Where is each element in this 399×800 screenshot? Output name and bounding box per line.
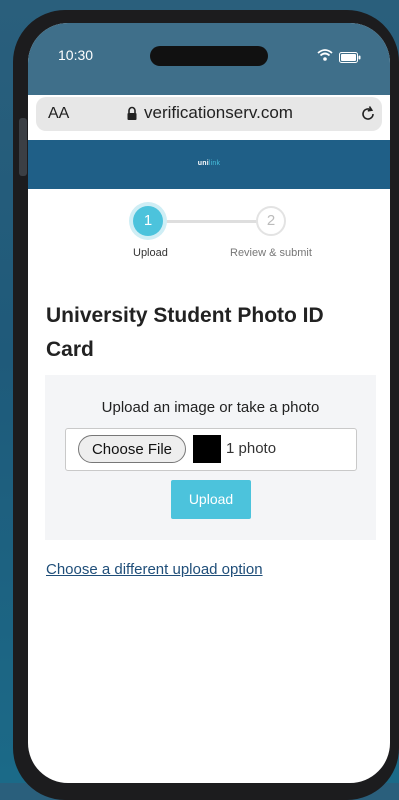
- upload-button[interactable]: Upload: [171, 480, 251, 519]
- wifi-icon: [317, 48, 333, 66]
- step-connector: [163, 220, 258, 223]
- different-upload-option-link[interactable]: Choose a different upload option: [46, 561, 263, 578]
- battery-icon: [339, 50, 361, 68]
- phone-screen: 10:30 AA verificationserv.com unilink 1 …: [28, 23, 390, 783]
- choose-file-button[interactable]: Choose File: [78, 435, 186, 463]
- step-1-indicator: 1: [133, 206, 163, 236]
- page-title: University Student Photo ID Card: [46, 304, 324, 361]
- dynamic-island: [150, 46, 268, 66]
- status-time: 10:30: [58, 47, 94, 63]
- reload-icon[interactable]: [359, 105, 377, 128]
- url-text[interactable]: verificationserv.com: [144, 103, 293, 123]
- brand-logo: unilink: [197, 160, 221, 167]
- progress-stepper: 1 2 Upload Review & submit: [28, 203, 390, 263]
- status-bar: 10:30: [28, 23, 390, 95]
- browser-address-bar[interactable]: AA verificationserv.com: [36, 97, 382, 131]
- upload-panel: Upload an image or take a photo Choose F…: [45, 375, 376, 540]
- brand-header: unilink: [28, 140, 390, 189]
- text-size-button[interactable]: AA: [48, 105, 69, 123]
- lock-icon: [126, 106, 138, 126]
- side-button: [19, 118, 27, 176]
- step-2-indicator: 2: [256, 206, 286, 236]
- file-status: 1 photo: [226, 440, 277, 457]
- step-1-label: Upload: [133, 247, 168, 259]
- file-input[interactable]: Choose File 1 photo: [65, 428, 357, 471]
- photo-thumbnail: [193, 435, 221, 463]
- upload-prompt: Upload an image or take a photo: [101, 399, 320, 416]
- step-2-label: Review & submit: [230, 247, 312, 259]
